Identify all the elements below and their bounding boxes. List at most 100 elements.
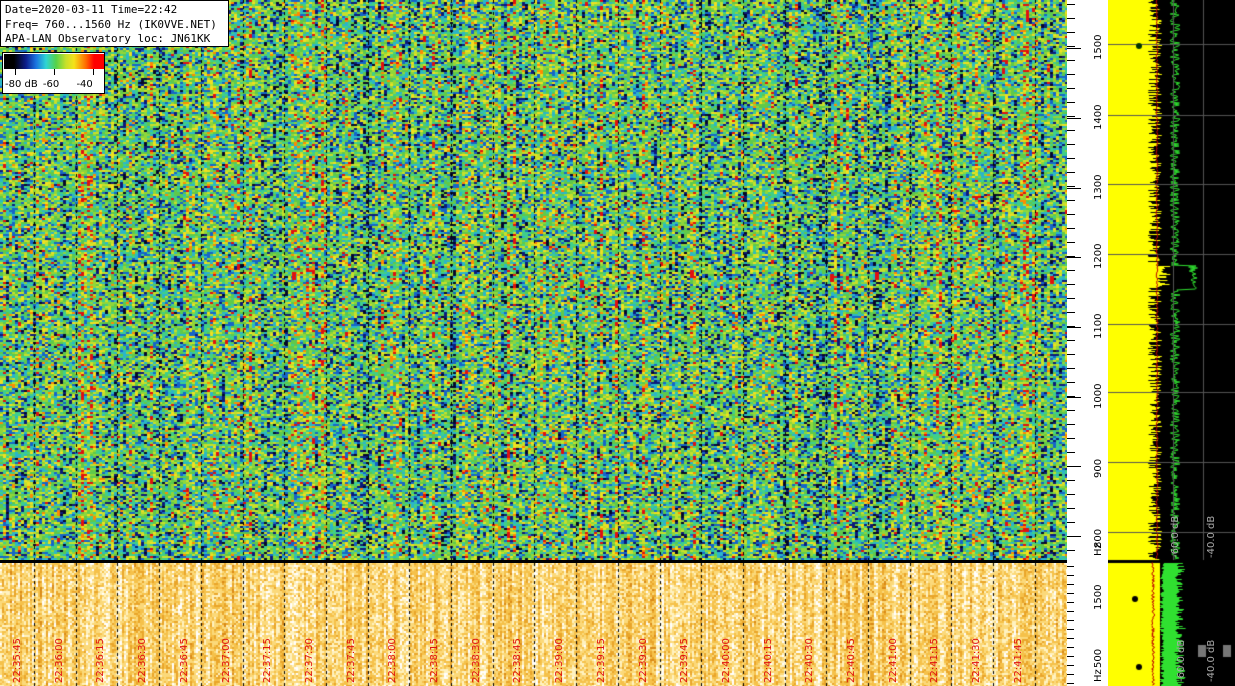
- time-label: 22:38:45: [512, 638, 524, 683]
- spectrogram-canvas: [0, 0, 1067, 560]
- axis-major-tick: [1067, 466, 1081, 467]
- info-date-time: Date=2020-03-11 Time=22:42: [5, 3, 178, 16]
- axis-minor-tick: [1067, 382, 1075, 383]
- spectrogram-main: [0, 0, 1067, 560]
- spectrum-canvas: [1108, 0, 1235, 686]
- frequency-tick-label: 1300: [1093, 174, 1104, 200]
- axis-minor-tick: [1067, 550, 1075, 551]
- time-label: 22:41:15: [929, 638, 941, 683]
- axis-major-tick: [1067, 48, 1081, 49]
- frequency-tick-label: 1200: [1093, 243, 1104, 269]
- time-label: 22:38:00: [387, 638, 399, 683]
- time-label: 22:38:30: [470, 638, 482, 683]
- scale-tick: [15, 69, 16, 75]
- axis-minor-tick: [1067, 214, 1075, 215]
- axis-minor-tick: [1067, 298, 1075, 299]
- axis-major-tick: [1067, 536, 1081, 537]
- axis-minor-tick: [1067, 18, 1075, 19]
- axis-minor-tick: [1067, 228, 1075, 229]
- axis-minor-tick: [1067, 74, 1075, 75]
- axis-minor-tick: [1067, 656, 1074, 657]
- time-label: 22:39:30: [637, 638, 649, 683]
- scale-label-min: -80 dB: [5, 79, 38, 90]
- axis-minor-tick: [1067, 424, 1075, 425]
- axis-minor-tick: [1067, 130, 1075, 131]
- axis-minor-tick: [1067, 32, 1075, 33]
- frequency-tick-label: 1400: [1093, 104, 1104, 130]
- axis-minor-tick: [1067, 665, 1074, 666]
- axis-minor-tick: [1067, 340, 1075, 341]
- frequency-unit-label: Hz: [1093, 543, 1104, 556]
- axis-minor-tick: [1067, 172, 1075, 173]
- axis-minor-tick: [1067, 60, 1075, 61]
- axis-minor-tick: [1067, 4, 1075, 5]
- panel-divider: [0, 560, 1235, 563]
- time-label: 22:41:45: [1012, 638, 1024, 683]
- frequency-tick-label: 1100: [1093, 313, 1104, 339]
- axis-minor-tick: [1067, 410, 1075, 411]
- axis-major-tick: [1067, 188, 1081, 189]
- axis-minor-tick: [1067, 116, 1075, 117]
- info-observatory: APA-LAN Observatory loc: JN61KK: [5, 32, 211, 45]
- axis-minor-tick: [1067, 494, 1075, 495]
- axis-minor-tick: [1067, 242, 1075, 243]
- axis-minor-tick: [1067, 284, 1075, 285]
- axis-minor-tick: [1067, 602, 1074, 603]
- scale-tick: [93, 69, 94, 75]
- frequency-tick-label: 1000: [1093, 383, 1104, 409]
- axis-minor-tick: [1067, 522, 1075, 523]
- axis-minor-tick: [1067, 611, 1074, 612]
- spectrum-db-label: -40.0 dB: [1206, 639, 1217, 682]
- axis-minor-tick: [1067, 102, 1075, 103]
- axis-minor-tick: [1067, 566, 1074, 567]
- axis-minor-tick: [1067, 368, 1075, 369]
- axis-minor-tick: [1067, 312, 1075, 313]
- axis-minor-tick: [1067, 270, 1075, 271]
- time-label: 22:40:00: [720, 638, 732, 683]
- axis-minor-tick: [1067, 438, 1075, 439]
- time-label: 22:40:45: [846, 638, 857, 683]
- scale-label-max: -40: [76, 79, 93, 90]
- wide-frequency-tick-label: 500: [1093, 648, 1104, 668]
- axis-minor-tick: [1067, 354, 1075, 355]
- spectrum-db-label: -40.0 dB: [1206, 515, 1217, 558]
- time-label: 22:39:45: [679, 638, 691, 683]
- frequency-axis: 1500 1400 1300 1200 1100 1000 900 800 Hz 1500 500 H…: [1067, 0, 1108, 686]
- axis-minor-tick: [1067, 629, 1074, 630]
- axis-major-tick: [1067, 327, 1081, 328]
- time-label: 22:36:15: [95, 638, 107, 683]
- axis-minor-tick: [1067, 88, 1075, 89]
- info-box: Date=2020-03-11 Time=22:42 Freq= 760...1…: [0, 0, 229, 47]
- spectrum-side-panel: -60.0 dB -40.0 dB -60.0 dB -40.0 dB: [1108, 0, 1235, 686]
- axis-minor-tick: [1067, 46, 1075, 47]
- axis-minor-tick: [1067, 186, 1075, 187]
- spectrum-db-label: -60.0 dB: [1170, 515, 1181, 558]
- time-label: 22:36:45: [178, 638, 190, 683]
- axis-major-tick: [1067, 257, 1081, 258]
- axis-minor-tick: [1067, 480, 1075, 481]
- time-label: 22:39:00: [554, 638, 566, 683]
- axis-minor-tick: [1067, 158, 1075, 159]
- time-label: 22:40:30: [804, 638, 816, 683]
- time-label: 22:37:15: [262, 638, 274, 683]
- scale-label-mid: -60: [42, 79, 60, 90]
- axis-minor-tick: [1067, 508, 1075, 509]
- spectrogram-wide: 22:35:45 22:36:00 22:36:15 22:36:30 22:36:45…: [0, 563, 1067, 686]
- axis-major-tick: [1067, 397, 1081, 398]
- time-label: 22:35:45: [12, 638, 23, 683]
- frequency-tick-label: 1500: [1093, 34, 1104, 60]
- frequency-tick-label: 900: [1093, 458, 1104, 478]
- color-scale-legend: -80 dB -60 -40: [2, 52, 105, 94]
- axis-minor-tick: [1067, 683, 1074, 684]
- wide-frequency-tick-label: 1500: [1093, 584, 1104, 610]
- time-label: 22:41:30: [971, 638, 983, 683]
- color-scale-bar: [4, 54, 104, 69]
- axis-minor-tick: [1067, 575, 1074, 576]
- wide-spectrogram-canvas: [0, 563, 1067, 686]
- axis-major-tick: [1067, 118, 1081, 119]
- time-label: 22:37:45: [345, 638, 357, 683]
- time-label: 22:37:30: [303, 638, 315, 683]
- time-label: 22:38:15: [429, 638, 440, 683]
- color-scale-labels: -80 dB -60 -40: [5, 79, 93, 90]
- axis-minor-tick: [1067, 593, 1074, 594]
